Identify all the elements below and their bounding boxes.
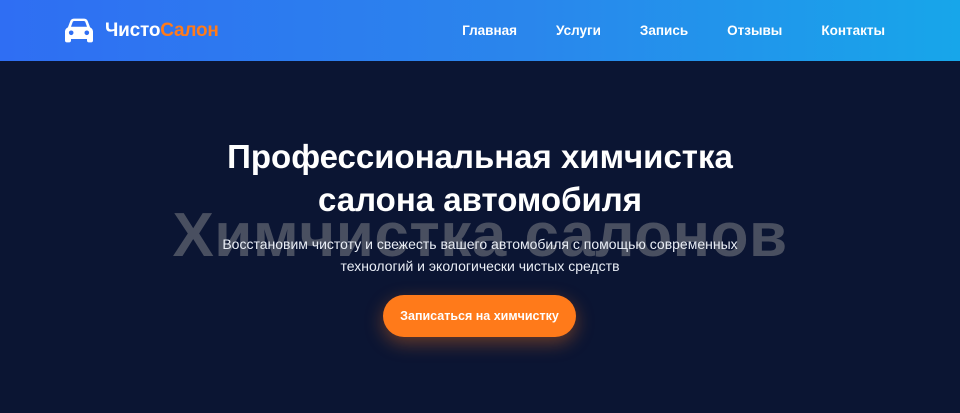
nav-link-booking[interactable]: Запись bbox=[640, 23, 688, 38]
logo-text-part1: Чисто bbox=[105, 20, 161, 41]
hero-subtitle-line2: технологий и экологически чистых средств bbox=[340, 258, 620, 274]
nav-link-home[interactable]: Главная bbox=[462, 23, 517, 38]
nav-link-contacts[interactable]: Контакты bbox=[821, 23, 885, 38]
main-nav: Главная Услуги Запись Отзывы Контакты bbox=[462, 0, 885, 61]
logo-text: ЧистоСалон bbox=[105, 16, 219, 46]
hero-title-line1: Профессиональная химчистка bbox=[227, 138, 733, 175]
hero-subtitle-line1: Восстановим чистоту и свежесть вашего ав… bbox=[222, 236, 738, 252]
nav-link-services[interactable]: Услуги bbox=[556, 23, 601, 38]
site-header: ЧистоСалон Главная Услуги Запись Отзывы … bbox=[0, 0, 960, 61]
car-icon bbox=[65, 18, 93, 43]
hero-subtitle: Восстановим чистоту и свежесть вашего ав… bbox=[0, 233, 960, 277]
hero-title-line2: салона автомобиля bbox=[318, 181, 642, 218]
book-cleaning-button[interactable]: Записаться на химчистку bbox=[383, 295, 576, 337]
hero-section: Химчистка салонов Профессиональная химчи… bbox=[0, 61, 960, 413]
logo[interactable]: ЧистоСалон bbox=[64, 16, 219, 46]
nav-link-reviews[interactable]: Отзывы bbox=[727, 23, 782, 38]
logo-text-part2: Салон bbox=[160, 20, 219, 41]
hero-title: Профессиональная химчистка салона автомо… bbox=[0, 135, 960, 221]
